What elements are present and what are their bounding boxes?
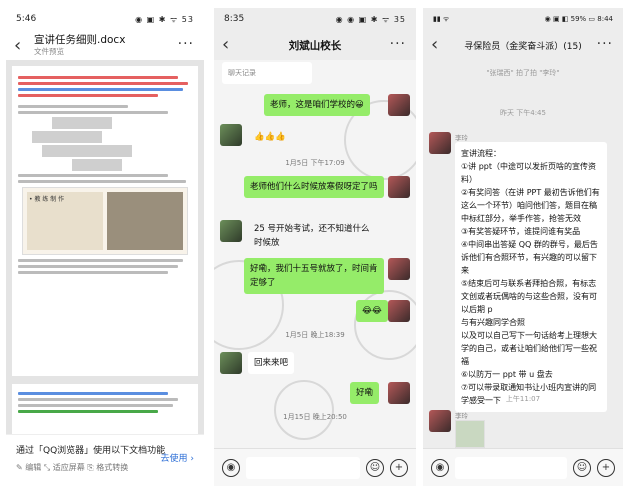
system-notice: "张瑞西" 拍了拍 "李玲" [486,69,560,77]
message-bubble[interactable]: 老师他们什么时候放寒假呀定了吗 [244,176,384,198]
status-icons: ◉ ◉ ▣ ✱ ᯤ 35 [335,14,406,24]
message-bubble[interactable]: 宣讲流程： ①讲 ppt（中途可以发折页啥的宣传资料） ②有奖问答（在讲 PPT… [455,142,607,412]
phone-group-chat: ▮▮ ᯤ ◉ ▣ ◧ 59% ▭ 8:44 ‹ 寻保险员（金奖奋斗派）(15) … [423,8,623,486]
status-left: ▮▮ ᯤ [433,14,450,23]
timestamp: 1月15日 晚上20:50 [283,413,347,421]
avatar[interactable] [388,94,410,116]
message-line: ①讲 ppt（中途可以发折页啥的宣传资料） [461,162,597,184]
avatar[interactable] [388,176,410,198]
doc-page[interactable]: • 教 练 制 作 [12,66,198,376]
avatar[interactable] [429,132,451,154]
message-line: 与有兴趣同学合照 [461,318,525,327]
emoji-icon[interactable]: ☺ [366,458,384,477]
more-icon[interactable]: ··· [178,36,194,52]
voice-icon[interactable]: ◉ [222,458,240,477]
message-line: ⑥以防万一 ppt 带 u 盘去 [461,370,553,379]
status-bar: 5:46 ◉ ▣ ✱ ᯤ 53 [6,8,204,30]
back-icon[interactable]: ‹ [431,34,451,55]
image-thumbnail[interactable] [455,420,485,448]
back-icon[interactable]: ‹ [14,35,34,56]
avatar[interactable] [220,352,242,374]
avatar[interactable] [220,124,242,146]
message-line: ⑤结束后可与联系者拜拍合照，有标志文创或者玩偶啥的与这些合照，没有可以后期 p [461,279,597,314]
message-bubble[interactable]: 好嘞，我们十五号就放了，时间肯定够了 [244,258,384,294]
message-bubble[interactable]: 回来来吧 [248,352,295,374]
status-icons: ◉ ▣ ✱ ᯤ 53 [135,14,194,24]
chat-input-bar: ◉ ☺ + [214,448,416,486]
group-title: 寻保险员（金奖奋斗派）(15) [464,41,582,52]
plus-icon[interactable]: + [390,458,408,477]
chat-messages[interactable]: 聊天记录 老师，这是咱们学校的😀 👍👍👍 1月5日 下午17:09 老师他们什么… [214,60,416,448]
doc-heading: • 教 练 制 作 [29,196,65,203]
status-time: 8:35 [224,14,245,24]
message-line: 以及可以自己写下一句话给考上理想大学的自己，或者让咱们给他们写一些祝福 [461,331,597,366]
doc-subtitle: 文件预览 [34,46,64,56]
message-line: 宣讲流程： [461,149,501,158]
doc-image-block: • 教 练 制 作 [22,187,188,255]
sender-name: 李玲 [455,412,468,420]
message-line: ②有奖问答（在讲 PPT 最初告诉他们有这么一个环节）咱问他们答，题目在稿中标红… [461,188,600,223]
avatar[interactable] [388,300,410,322]
timestamp: 1月5日 下午17:09 [285,159,345,167]
message-bubble[interactable]: 好嘞 [350,382,380,404]
chat-input-bar: ◉ ☺ + [423,448,623,486]
message-line: ③有奖答疑环节，谁提问谁有奖品 [461,227,581,236]
chat-record-card[interactable]: 聊天记录 [222,62,312,84]
timestamp: 上午11:07 [505,395,541,403]
chat-title: 刘斌山校长 [288,39,342,52]
message-bubble[interactable]: 👍👍👍 [248,126,292,148]
message-input[interactable] [246,456,360,479]
emoji-icon[interactable]: ☺ [573,458,591,477]
status-right: ◉ ▣ ◧ 59% ▭ 8:44 [544,15,613,23]
timestamp: 1月5日 晚上18:39 [285,331,345,339]
message-bubble[interactable]: 😂😂 [356,300,388,322]
status-time: 5:46 [16,14,37,24]
more-icon[interactable]: ··· [390,36,406,52]
message-line: ④中间串出答疑 QQ 群的群号，最后告诉他们有合照环节，有兴趣的可以留下来 [461,240,598,275]
doc-title: 宣讲任务细则.docx [34,33,126,46]
message-bubble[interactable]: 老师，这是咱们学校的😀 [264,94,370,116]
back-icon[interactable]: ‹ [222,34,242,55]
more-icon[interactable]: ··· [597,36,613,52]
doc-titlebar: ‹ 宣讲任务细则.docx 文件预览 ··· [6,30,204,60]
avatar[interactable] [388,258,410,280]
message-input[interactable] [455,456,567,479]
avatar[interactable] [388,382,410,404]
chat-titlebar: ‹ 刘斌山校长 ··· [214,30,416,60]
phone-doc-preview: 5:46 ◉ ▣ ✱ ᯤ 53 ‹ 宣讲任务细则.docx 文件预览 ··· •… [6,8,204,486]
qq-use-button[interactable]: 去使用 › [161,451,194,464]
sender-name: 李玲 [455,134,468,142]
timestamp: 昨天 下午4:45 [500,109,546,117]
avatar[interactable] [429,410,451,432]
message-bubble[interactable]: 25 号开始考试，还不知道什么时候放 [248,218,380,254]
group-titlebar: ‹ 寻保险员（金奖奋斗派）(15) ··· [423,30,623,60]
qq-browser-banner: 通过「QQ浏览器」使用以下文档功能 ✎ 编辑 ⤡ 适应屏幕 ⎘ 格式转换 去使用… [6,434,204,486]
avatar[interactable] [220,220,242,242]
status-bar: ▮▮ ᯤ ◉ ▣ ◧ 59% ▭ 8:44 [423,8,623,30]
plus-icon[interactable]: + [597,458,615,477]
voice-icon[interactable]: ◉ [431,458,449,477]
phone-wechat-chat: 8:35 ◉ ◉ ▣ ✱ ᯤ 35 ‹ 刘斌山校长 ··· 聊天记录 老师，这是… [214,8,416,486]
status-bar: 8:35 ◉ ◉ ▣ ✱ ᯤ 35 [214,8,416,30]
